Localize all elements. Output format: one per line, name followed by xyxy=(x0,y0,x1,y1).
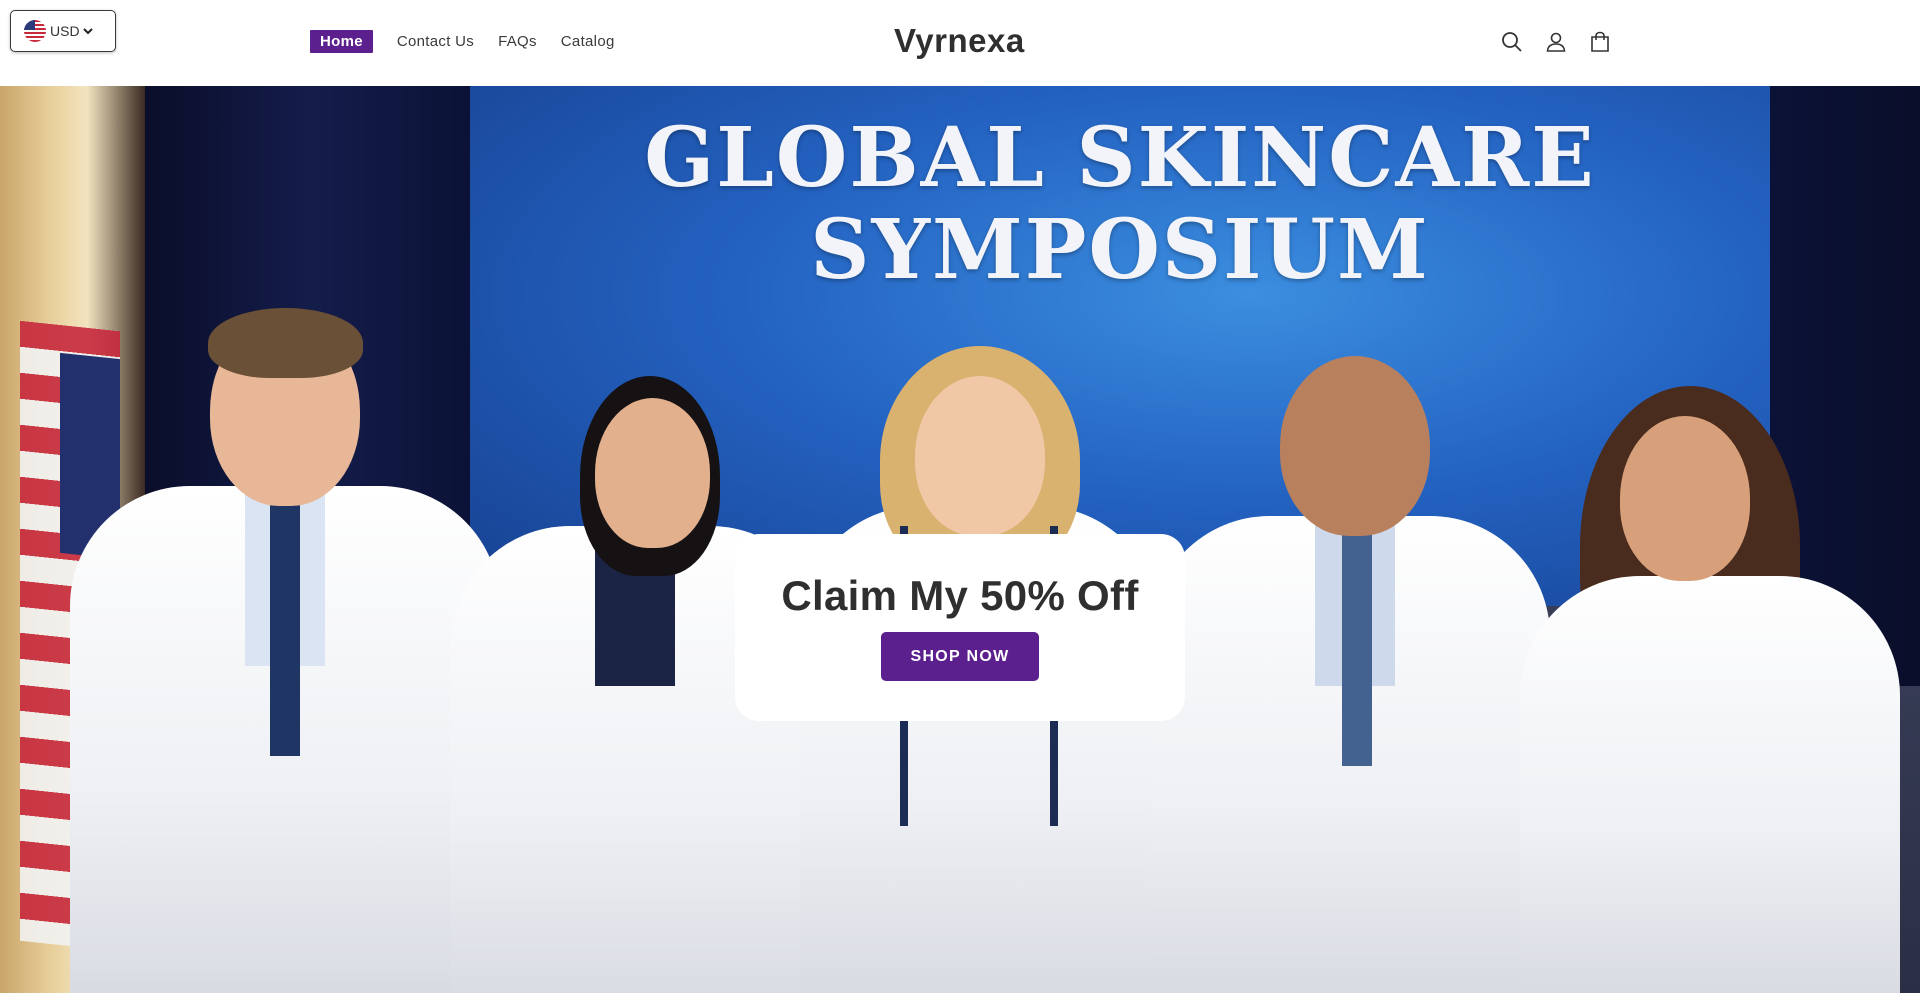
chevron-down-icon xyxy=(82,28,93,35)
shop-now-button[interactable]: SHOP NOW xyxy=(881,632,1039,681)
header-icons xyxy=(1500,30,1632,54)
cart-icon[interactable] xyxy=(1588,30,1612,54)
nav-home[interactable]: Home xyxy=(310,30,373,53)
main-nav: Home Contact Us FAQs Catalog xyxy=(310,30,639,53)
us-flag-icon xyxy=(24,20,46,42)
person-4 xyxy=(1150,356,1550,993)
search-icon[interactable] xyxy=(1500,30,1524,54)
person-5 xyxy=(1520,386,1900,993)
nav-contact-us[interactable]: Contact Us xyxy=(397,33,474,50)
nav-faqs[interactable]: FAQs xyxy=(498,33,537,50)
brand-logo[interactable]: Vyrnexa xyxy=(894,22,1025,60)
hero-banner: GLOBAL SKINCARE SYMPOSIUM Claim My 50% O… xyxy=(0,86,1920,993)
site-header: USD Home Contact Us FAQs Catalog Vyrnexa xyxy=(0,0,1920,86)
nav-catalog[interactable]: Catalog xyxy=(561,33,615,50)
promo-card: Claim My 50% Off SHOP NOW xyxy=(735,534,1185,721)
stage-screen-title: GLOBAL SKINCARE SYMPOSIUM xyxy=(644,110,1596,298)
account-icon[interactable] xyxy=(1544,30,1568,54)
currency-selector[interactable]: USD xyxy=(10,10,116,52)
person-1 xyxy=(70,308,500,993)
promo-title: Claim My 50% Off xyxy=(781,572,1139,619)
currency-code: USD xyxy=(50,23,80,39)
